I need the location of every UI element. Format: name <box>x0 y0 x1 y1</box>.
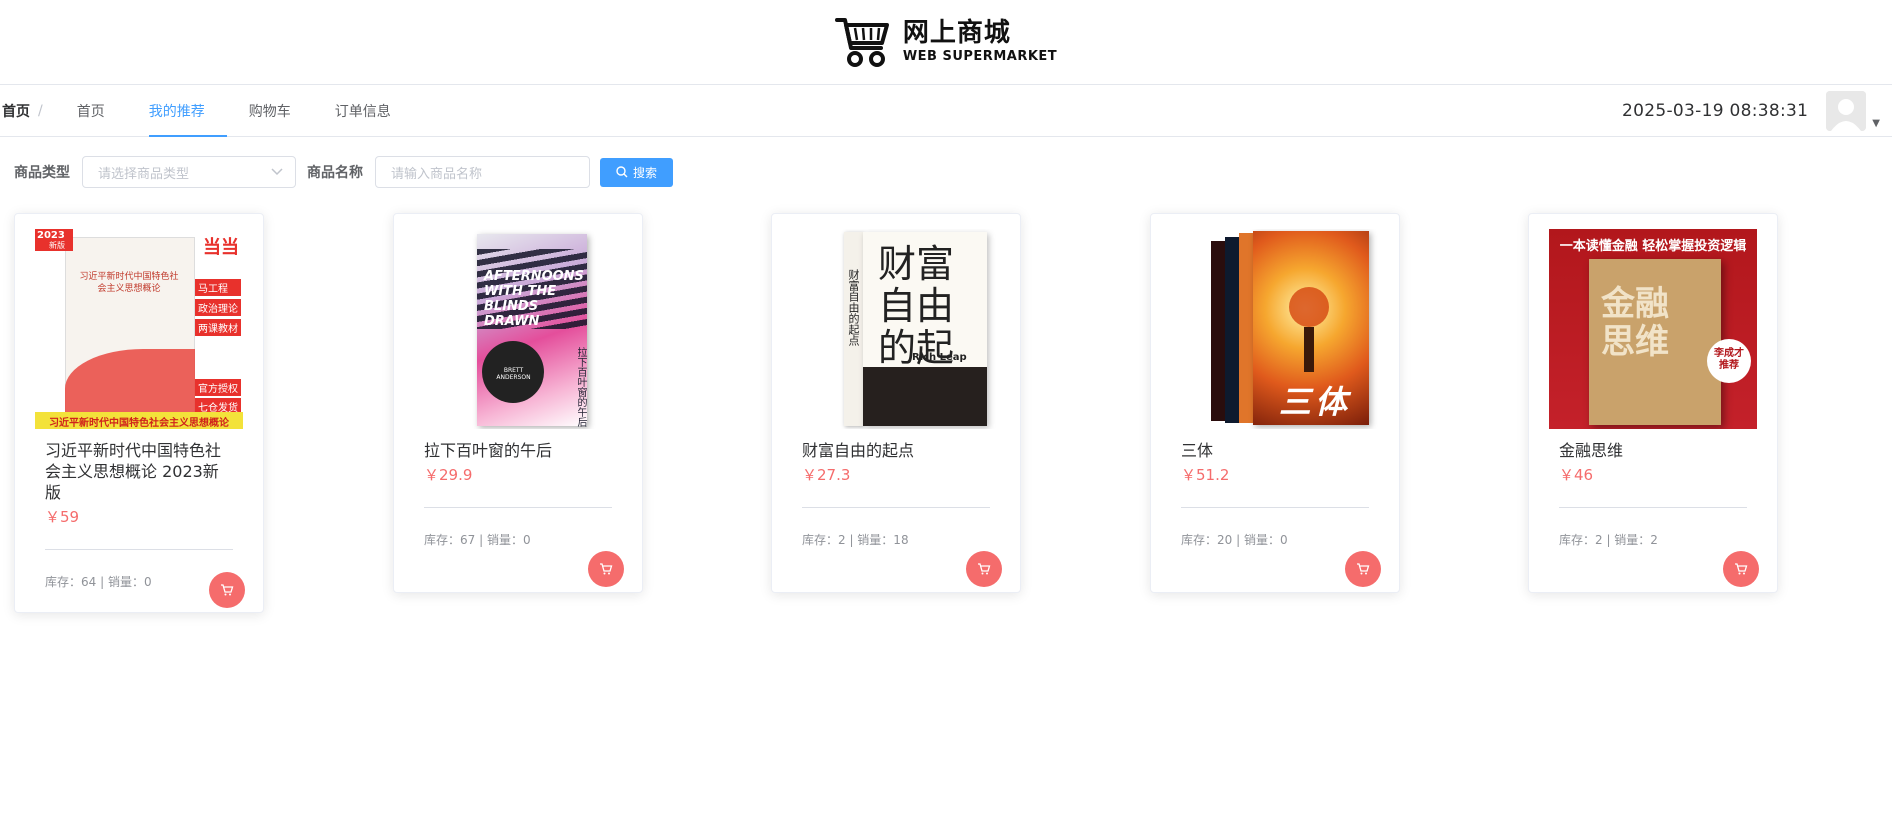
add-to-cart-button[interactable] <box>1723 551 1759 587</box>
name-input-placeholder: 请输入商品名称 <box>391 166 483 182</box>
cover-brand: 当当 <box>203 237 239 258</box>
nav-right: 2025-03-19 08:38:31 ▼ <box>1622 85 1880 136</box>
add-to-cart-button[interactable] <box>1345 551 1381 587</box>
shopping-cart-logo-icon <box>834 18 889 67</box>
user-menu[interactable]: ▼ <box>1826 90 1880 131</box>
cart-icon <box>600 563 613 575</box>
product-title[interactable]: 拉下百叶窗的午后 <box>414 440 622 461</box>
product-stock-sales: 库存：2 | 销量：18 <box>802 533 909 547</box>
user-avatar-icon <box>1826 90 1867 131</box>
cart-icon <box>978 563 991 575</box>
name-input[interactable]: 请输入商品名称 <box>375 156 590 188</box>
product-price: ￥59 <box>45 508 80 526</box>
logo-text: 网上商城 WEB SUPERMARKET <box>903 18 1057 66</box>
product-title[interactable]: 金融思维 <box>1549 440 1757 461</box>
product-cover[interactable]: 一本读懂金融 轻松掌握投资逻辑 金融思维 李成才推荐 <box>1549 229 1757 429</box>
cover-author: BRETT ANDERSON <box>496 367 531 381</box>
cart-icon <box>1735 563 1748 575</box>
product-stock-sales: 库存：2 | 销量：2 <box>1559 533 1658 547</box>
cover-tag: 两课教材 <box>195 319 241 336</box>
product-card[interactable]: 三体 三体 ￥51.2 库存：20 | 销量：0 <box>1150 213 1400 593</box>
product-cover[interactable]: 财富自由的起点 财富自由的起点 Rich Leap <box>792 229 1000 429</box>
search-icon <box>616 166 628 178</box>
cover-title: 三体 <box>1279 383 1352 421</box>
product-title[interactable]: 三体 <box>1171 440 1379 461</box>
add-to-cart-button[interactable] <box>209 572 245 608</box>
cover-en: Rich Leap <box>912 352 967 363</box>
cover-banner: 习近平新时代中国特色社会主义思想概论 <box>49 418 229 429</box>
product-price: ￥27.3 <box>802 466 851 484</box>
cover-en-title: AFTERNOONS WITH THE BLINDS DRAWN <box>484 269 584 329</box>
nav-menu: 首页 我的推荐 购物车 订单信息 <box>55 85 413 137</box>
add-to-cart-button[interactable] <box>588 551 624 587</box>
cover-spine-title: 财富自由的起点 <box>847 269 860 346</box>
product-price: ￥46 <box>1559 466 1594 484</box>
product-card[interactable]: AFTERNOONS WITH THE BLINDS DRAWN BRETT A… <box>393 213 643 593</box>
cover-sticker: 李成才推荐 <box>1714 348 1744 371</box>
cover-badge-new: 新版 <box>49 241 65 250</box>
caret-down-icon[interactable]: ▼ <box>1872 118 1880 129</box>
search-button[interactable]: 搜索 <box>600 157 673 187</box>
cover-book-title: 习近平新时代中国特色社会主义思想概论 <box>79 272 179 294</box>
type-label: 商品类型 <box>14 165 70 181</box>
card-divider <box>424 507 612 508</box>
product-price: ￥51.2 <box>1181 466 1230 484</box>
product-card[interactable]: 财富自由的起点 财富自由的起点 Rich Leap 财富自由的起点 ￥27.3 … <box>771 213 1021 593</box>
card-divider <box>802 507 990 508</box>
cover-tag: 政治理论 <box>195 299 241 316</box>
add-to-cart-button[interactable] <box>966 551 1002 587</box>
avatar[interactable] <box>1826 90 1867 131</box>
breadcrumb-separator: / <box>38 102 43 119</box>
logo-title-cn: 网上商城 <box>902 18 1011 48</box>
cover-big: 金融思维 <box>1601 284 1669 362</box>
nav-item-cart[interactable]: 购物车 <box>227 85 313 136</box>
breadcrumb-home[interactable]: 首页 <box>2 101 30 121</box>
product-cover[interactable]: 2023 新版 当当 习近平新时代中国特色社会主义思想概论 马工程 政治理论 两… <box>35 229 243 429</box>
product-card[interactable]: 2023 新版 当当 习近平新时代中国特色社会主义思想概论 马工程 政治理论 两… <box>14 213 264 613</box>
product-grid: 2023 新版 当当 习近平新时代中国特色社会主义思想概论 马工程 政治理论 两… <box>0 213 1892 633</box>
product-title[interactable]: 财富自由的起点 <box>792 440 1000 461</box>
cover-tag: 马工程 <box>195 279 241 296</box>
search-button-label: 搜索 <box>632 165 657 180</box>
product-cover[interactable]: 三体 <box>1171 229 1379 429</box>
product-cover[interactable]: AFTERNOONS WITH THE BLINDS DRAWN BRETT A… <box>414 229 622 429</box>
cover-tag: 官方授权 <box>195 379 241 396</box>
breadcrumb: 首页 / <box>0 101 53 121</box>
cart-icon <box>1357 563 1370 575</box>
product-card[interactable]: 一本读懂金融 轻松掌握投资逻辑 金融思维 李成才推荐 金融思维 ￥46 库存：2… <box>1528 213 1778 593</box>
clock: 2025-03-19 08:38:31 <box>1622 100 1809 121</box>
logo-title-en: WEB SUPERMARKET <box>902 49 1058 64</box>
card-divider <box>45 549 233 550</box>
name-label: 商品名称 <box>307 165 363 181</box>
cover-headline: 一本读懂金融 轻松掌握投资逻辑 <box>1559 239 1747 254</box>
product-stock-sales: 库存：20 | 销量：0 <box>1181 533 1288 547</box>
nav-item-orders[interactable]: 订单信息 <box>313 85 413 136</box>
site-header: 网上商城 WEB SUPERMARKET <box>0 0 1892 85</box>
chevron-down-icon <box>271 165 283 179</box>
nav-bar: 首页 / 首页 我的推荐 购物车 订单信息 2025-03-19 08:38:3… <box>0 85 1892 137</box>
type-select-placeholder: 请选择商品类型 <box>98 166 190 182</box>
nav-item-home[interactable]: 首页 <box>55 85 127 136</box>
cart-icon <box>221 584 234 596</box>
product-price: ￥29.9 <box>424 466 473 484</box>
search-bar: 商品类型 请选择商品类型 商品名称 请输入商品名称 搜索 <box>0 156 1892 188</box>
card-divider <box>1559 507 1747 508</box>
nav-item-recommend[interactable]: 我的推荐 <box>127 85 227 137</box>
product-stock-sales: 库存：67 | 销量：0 <box>424 533 531 547</box>
product-title[interactable]: 习近平新时代中国特色社会主义思想概论 2023新版 <box>35 440 243 503</box>
type-select[interactable]: 请选择商品类型 <box>82 156 296 188</box>
card-divider <box>1181 507 1369 508</box>
cover-cn-title: 拉下百叶窗的午后 <box>575 347 586 427</box>
site-logo[interactable]: 网上商城 WEB SUPERMARKET <box>834 16 1057 68</box>
